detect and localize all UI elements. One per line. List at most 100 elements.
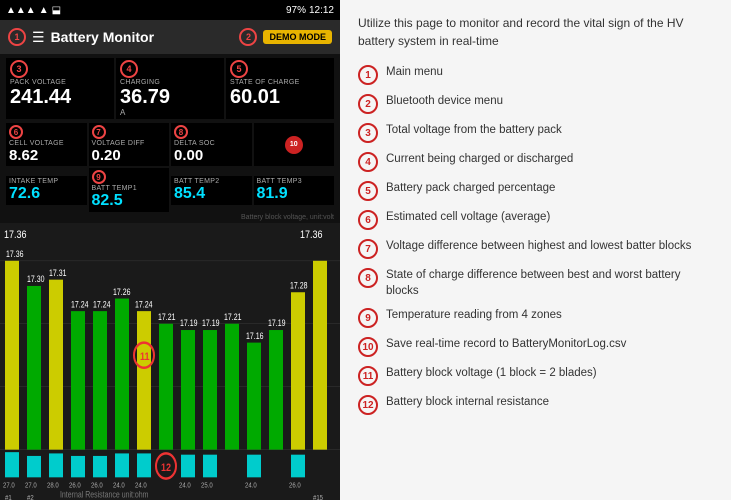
desc-text-3: Total voltage from the battery pack [386, 122, 562, 138]
voltage-diff-value: 0.20 [92, 147, 167, 164]
metric-cell-voltage: 6 CELL VOLTAGE 8.62 [6, 123, 87, 166]
metric-charging: 4 CHARGING 36.79 A [116, 58, 224, 119]
svg-text:17.26: 17.26 [113, 287, 131, 297]
batt-temp3-value: 81.9 [257, 185, 332, 203]
status-icons-right: 97% 12:12 [286, 5, 334, 16]
batt-temp2: BATT TEMP2 85.4 [171, 176, 252, 205]
desc-num-2: 2 [358, 94, 378, 114]
desc-item-10: 10 Save real-time record to BatteryMonit… [358, 336, 713, 357]
svg-text:17.31: 17.31 [49, 268, 67, 278]
batt-temp3-label: BATT TEMP3 [257, 178, 332, 185]
desc-text-9: Temperature reading from 4 zones [386, 307, 562, 323]
svg-text:17.24: 17.24 [93, 300, 111, 310]
battery-chart: 17.36 17.36 17.36 17.30 17.31 17.24 17.2… [0, 223, 340, 500]
num-10: 10 [290, 141, 298, 148]
desc-intro: Utilize this page to monitor and record … [358, 14, 713, 50]
batt-temp2-label: BATT TEMP2 [174, 178, 249, 185]
svg-text:12: 12 [161, 462, 171, 474]
desc-num-7: 7 [358, 239, 378, 259]
app-header: 1 ☰ Battery Monitor 2 DEMO MODE [0, 20, 340, 54]
svg-text:#15: #15 [313, 494, 323, 500]
svg-text:17.36: 17.36 [4, 229, 27, 241]
num-2[interactable]: 2 [239, 28, 257, 46]
battery-percent: 97% [286, 5, 306, 16]
signal-icon: ▲▲▲ [6, 5, 36, 16]
svg-text:26.0: 26.0 [289, 482, 301, 490]
desc-text-5: Battery pack charged percentage [386, 180, 555, 196]
app-panel: ▲▲▲ ▲ ⬓ 97% 12:12 1 ☰ Battery Monitor 2 … [0, 0, 340, 500]
batt-temp2-value: 85.4 [174, 185, 249, 203]
num-9: 9 [92, 170, 106, 184]
num-4: 4 [120, 60, 138, 78]
status-bar: ▲▲▲ ▲ ⬓ 97% 12:12 [0, 0, 340, 20]
svg-text:27.0: 27.0 [25, 482, 37, 490]
charging-value: 36.79 [120, 86, 220, 108]
intake-temp-label: INTAKE TEMP [9, 178, 84, 185]
watermark: Battery block voltage, unit:volt [0, 214, 340, 223]
record-button[interactable]: 10 [285, 136, 303, 154]
header-left: 1 ☰ Battery Monitor [8, 28, 154, 46]
desc-num-11: 11 [358, 366, 378, 386]
num-6: 6 [9, 125, 23, 139]
desc-item-3: 3 Total voltage from the battery pack [358, 122, 713, 143]
metric-soc: 5 STATE OF CHARGE 60.01 [226, 58, 334, 119]
metric-num10[interactable]: 10 [254, 123, 335, 166]
hamburger-icon[interactable]: ☰ [32, 29, 45, 46]
svg-text:#2: #2 [27, 494, 34, 500]
desc-num-8: 8 [358, 268, 378, 288]
num-3: 3 [10, 60, 28, 78]
desc-num-10: 10 [358, 337, 378, 357]
charging-label: CHARGING [120, 79, 220, 86]
desc-num-3: 3 [358, 123, 378, 143]
svg-text:27.0: 27.0 [3, 482, 15, 490]
status-icons-left: ▲▲▲ ▲ ⬓ [6, 5, 61, 16]
desc-text-1: Main menu [386, 64, 443, 80]
svg-text:17.24: 17.24 [135, 300, 153, 310]
svg-text:#1: #1 [5, 494, 12, 500]
desc-items: 1 Main menu 2 Bluetooth device menu 3 To… [358, 64, 713, 415]
desc-text-11: Battery block voltage (1 block = 2 blade… [386, 365, 597, 381]
svg-text:28.0: 28.0 [47, 482, 59, 490]
desc-item-12: 12 Battery block internal resistance [358, 394, 713, 415]
svg-text:17.28: 17.28 [290, 281, 308, 291]
desc-num-1: 1 [358, 65, 378, 85]
desc-num-12: 12 [358, 395, 378, 415]
intake-temp-value: 72.6 [9, 185, 84, 203]
metric-voltage-diff: 7 VOLTAGE DIFF 0.20 [89, 123, 170, 166]
metric-delta-soc: 8 DELTA SOC 0.00 [171, 123, 252, 166]
num-8: 8 [174, 125, 188, 139]
desc-item-5: 5 Battery pack charged percentage [358, 180, 713, 201]
svg-text:26.0: 26.0 [69, 482, 81, 490]
cell-voltage-label: CELL VOLTAGE [9, 140, 84, 147]
desc-num-4: 4 [358, 152, 378, 172]
svg-text:24.0: 24.0 [135, 482, 147, 490]
batt-temp1-value: 82.5 [92, 192, 167, 210]
svg-text:11: 11 [140, 351, 150, 363]
svg-text:17.21: 17.21 [158, 312, 176, 322]
svg-text:Internal Resistance unit:ohm: Internal Resistance unit:ohm [60, 490, 149, 500]
delta-soc-label: DELTA SOC [174, 140, 249, 147]
desc-item-11: 11 Battery block voltage (1 block = 2 bl… [358, 365, 713, 386]
batt-temp1-label: BATT TEMP1 [92, 185, 167, 192]
delta-soc-value: 0.00 [174, 147, 249, 164]
metrics-row1: 3 PACK VOLTAGE 241.44 4 CHARGING 36.79 A… [0, 54, 340, 123]
desc-num-6: 6 [358, 210, 378, 230]
svg-text:17.36: 17.36 [300, 229, 323, 241]
desc-item-2: 2 Bluetooth device menu [358, 93, 713, 114]
desc-text-12: Battery block internal resistance [386, 394, 549, 410]
desc-panel: Utilize this page to monitor and record … [340, 0, 731, 500]
header-right: 2 DEMO MODE [239, 28, 332, 46]
svg-text:24.0: 24.0 [245, 482, 257, 490]
desc-text-8: State of charge difference between best … [386, 267, 713, 299]
svg-text:17.24: 17.24 [71, 300, 89, 310]
desc-num-5: 5 [358, 181, 378, 201]
demo-badge[interactable]: DEMO MODE [263, 30, 332, 44]
soc-label: STATE OF CHARGE [230, 79, 330, 86]
voltage-diff-label: VOLTAGE DIFF [92, 140, 167, 147]
desc-num-9: 9 [358, 308, 378, 328]
clock: 12:12 [309, 5, 334, 16]
num-1[interactable]: 1 [8, 28, 26, 46]
desc-item-7: 7 Voltage difference between highest and… [358, 238, 713, 259]
app-title: Battery Monitor [51, 29, 154, 45]
cell-voltage-value: 8.62 [9, 147, 84, 164]
